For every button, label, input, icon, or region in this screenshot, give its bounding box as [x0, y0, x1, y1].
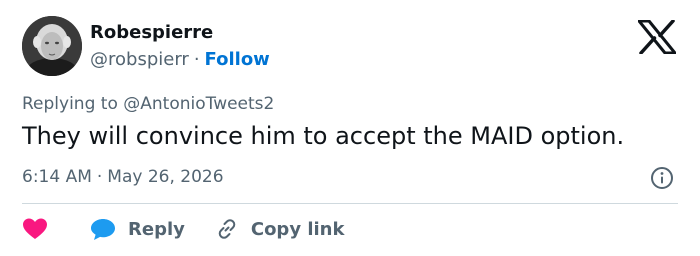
link-icon: [218, 219, 236, 239]
tweet-timestamp[interactable]: 6:14 AM · May 26, 2026: [22, 167, 224, 187]
x-logo-icon[interactable]: [638, 20, 676, 54]
replying-to-mention[interactable]: @AntonioTweets2: [123, 94, 274, 114]
divider: [22, 203, 678, 204]
reply-label: Reply: [128, 218, 185, 240]
action-bar: Reply Copy link: [22, 214, 344, 244]
author-handle-line: @robspierr · Follow: [90, 49, 270, 70]
copy-link-label: Copy link: [250, 218, 345, 240]
tweet-text: They will convince him to accept the MAI…: [22, 122, 625, 150]
like-button[interactable]: [22, 217, 48, 241]
reply-bubble-icon: [91, 219, 115, 240]
tweet-time: 6:14 AM: [22, 167, 92, 187]
replying-to: Replying to @AntonioTweets2: [22, 94, 274, 114]
author-name[interactable]: Robespierre: [90, 22, 213, 43]
follow-button[interactable]: Follow: [205, 49, 270, 70]
avatar[interactable]: [22, 16, 82, 76]
author-handle[interactable]: @robspierr: [90, 49, 189, 70]
replying-to-prefix: Replying to: [22, 94, 118, 114]
heart-icon: [23, 218, 47, 239]
reply-button[interactable]: Reply: [90, 217, 185, 241]
timestamp-separator: ·: [96, 167, 103, 187]
copy-link-button[interactable]: Copy link: [215, 217, 345, 241]
handle-separator: ·: [193, 49, 200, 70]
info-icon[interactable]: [650, 166, 674, 190]
avatar-portrait: [22, 16, 82, 76]
tweet-date: May 26, 2026: [107, 167, 224, 187]
